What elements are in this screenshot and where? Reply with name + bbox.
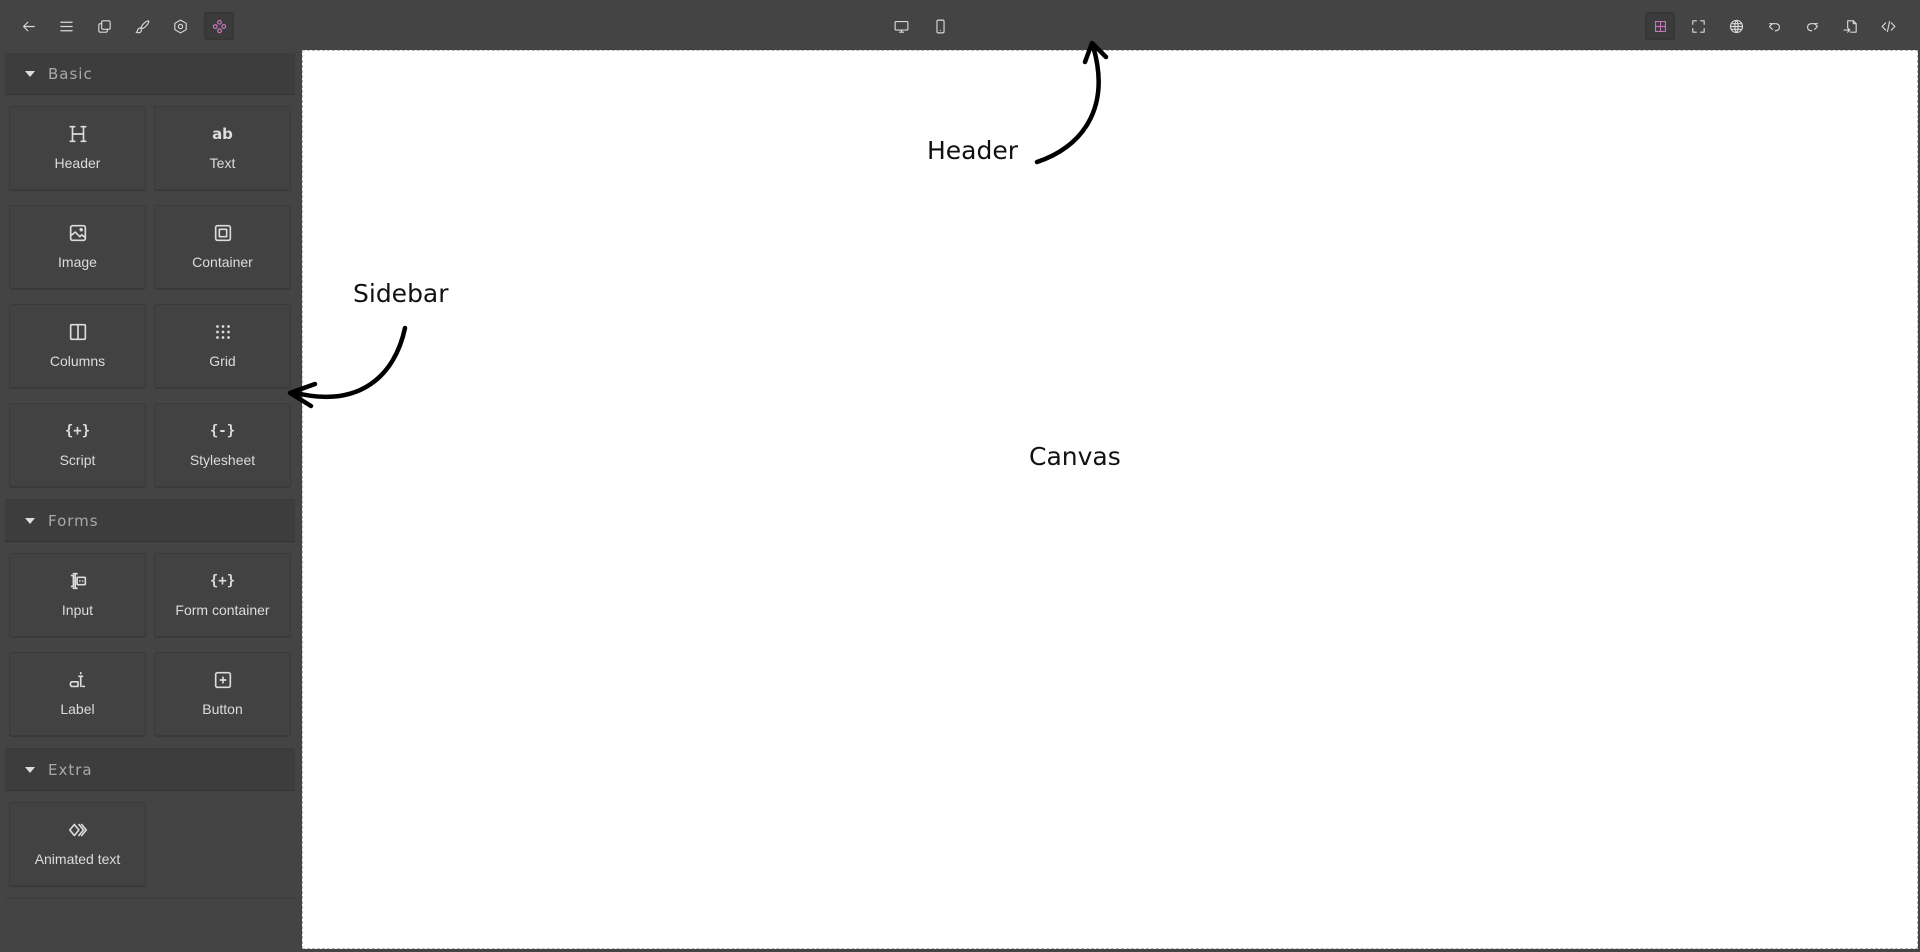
code-icon <box>1881 20 1895 32</box>
block-stylesheet[interactable]: {-} Stylesheet <box>154 403 291 487</box>
category-basic-title[interactable]: Basic <box>5 53 295 95</box>
redo-button[interactable] <box>1797 12 1827 40</box>
undo-button[interactable] <box>1759 12 1789 40</box>
settings-hex-icon <box>173 19 187 33</box>
caret-down-icon <box>25 766 35 773</box>
import-icon <box>1843 19 1857 33</box>
preview-button[interactable] <box>1721 12 1751 40</box>
redo-icon <box>1806 22 1818 31</box>
grid-dots-icon <box>212 320 234 344</box>
globe-icon <box>1729 19 1743 33</box>
mobile-icon <box>935 19 945 33</box>
container-icon <box>212 221 234 245</box>
animated-text-icon <box>67 818 89 842</box>
block-label[interactable]: Label <box>9 652 146 736</box>
pages-button[interactable] <box>89 12 119 40</box>
brush-icon <box>135 19 149 33</box>
heading-icon <box>67 122 89 146</box>
code-button[interactable] <box>1873 12 1903 40</box>
category-forms: Forms Input {+} Form container Label But… <box>5 500 295 749</box>
block-header[interactable]: Header <box>9 106 146 190</box>
button-plus-icon <box>212 668 234 692</box>
component-outline-icon <box>1654 20 1666 32</box>
blocks-button[interactable] <box>204 12 234 40</box>
form-braces-icon: {+} <box>209 573 236 589</box>
category-extra-title[interactable]: Extra <box>5 749 295 791</box>
columns-icon <box>67 320 89 344</box>
block-form-container[interactable]: {+} Form container <box>154 553 291 637</box>
block-image[interactable]: Image <box>9 205 146 289</box>
annotation-sidebar: Sidebar <box>353 279 449 308</box>
settings-button[interactable] <box>165 12 195 40</box>
menu-button[interactable] <box>51 12 81 40</box>
annotation-header: Header <box>927 136 1019 165</box>
desktop-icon <box>894 20 908 33</box>
block-animated-text[interactable]: Animated text <box>9 802 146 886</box>
device-mobile-button[interactable] <box>925 12 955 40</box>
block-columns[interactable]: Columns <box>9 304 146 388</box>
back-button[interactable] <box>13 12 43 40</box>
block-container[interactable]: Container <box>154 205 291 289</box>
editor-header <box>0 0 1920 50</box>
caret-down-icon <box>25 70 35 77</box>
blocks-icon <box>212 19 226 33</box>
category-forms-title[interactable]: Forms <box>5 500 295 542</box>
fullscreen-icon <box>1691 19 1705 33</box>
arrow-left-icon <box>22 21 35 31</box>
menu-icon <box>59 21 73 31</box>
editor-canvas[interactable] <box>302 50 1918 949</box>
block-button[interactable]: Button <box>154 652 291 736</box>
input-cursor-icon <box>67 569 89 593</box>
undo-icon <box>1768 22 1780 31</box>
annotation-canvas: Canvas <box>1029 442 1121 471</box>
block-grid[interactable]: Grid <box>154 304 291 388</box>
view-components-button[interactable] <box>1645 12 1675 40</box>
block-input[interactable]: Input <box>9 553 146 637</box>
pages-icon <box>97 19 111 33</box>
category-extra: Extra Animated text <box>5 749 295 899</box>
fullscreen-button[interactable] <box>1683 12 1713 40</box>
style-manager-button[interactable] <box>127 12 157 40</box>
blocks-sidebar: Basic Header ab Text Image Container Col… <box>0 50 300 952</box>
category-basic: Basic Header ab Text Image Container Col… <box>5 53 295 500</box>
script-braces-icon: {+} <box>64 423 91 439</box>
device-desktop-button[interactable] <box>886 12 916 40</box>
label-icon <box>67 668 89 692</box>
text-ab-icon: ab <box>212 125 233 143</box>
block-text[interactable]: ab Text <box>154 106 291 190</box>
caret-down-icon <box>25 517 35 524</box>
image-icon <box>67 221 89 245</box>
stylesheet-braces-icon: {-} <box>209 423 236 439</box>
block-script[interactable]: {+} Script <box>9 403 146 487</box>
import-button[interactable] <box>1835 12 1865 40</box>
